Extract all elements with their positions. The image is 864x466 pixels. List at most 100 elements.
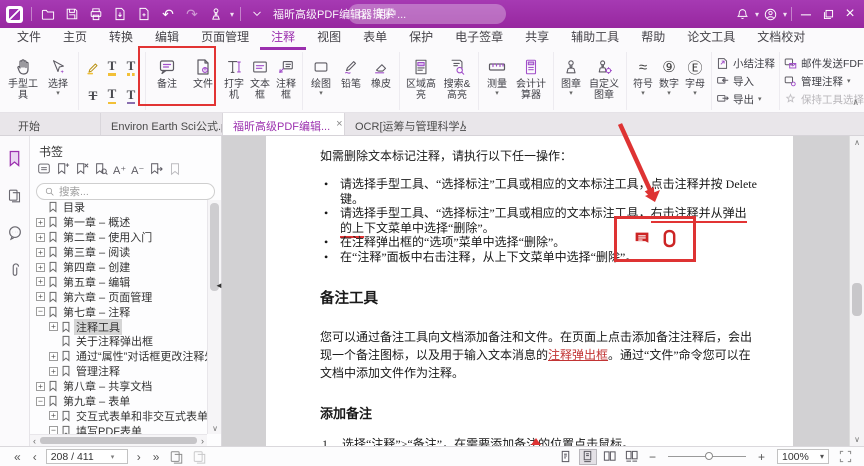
measure-button[interactable]: 测量 ▾ (482, 53, 512, 97)
accounting-calculator-button[interactable]: 会计计算器 (512, 53, 550, 101)
start-tab[interactable]: 开始 (0, 113, 58, 135)
page-caret-icon[interactable]: ▾ (111, 453, 115, 461)
notifications-caret-icon[interactable]: ▾ (755, 10, 759, 19)
area-highlight-button[interactable]: 区域高亮 (403, 53, 439, 101)
summarize-comments-button[interactable]: 小结注释 (716, 55, 775, 71)
bookmark-tree-item[interactable]: +第六章 – 页面管理 (30, 289, 207, 304)
next-bookmark-icon[interactable] (149, 162, 163, 181)
stamp-button[interactable]: 图章 ▾ (557, 53, 585, 97)
document-vertical-scrollbar[interactable]: ∧ ∨ (849, 136, 864, 446)
customize-toolbar-chevron-icon[interactable] (247, 4, 267, 24)
bookmark-tree-item[interactable]: 关于注释弹出框 (30, 334, 207, 349)
scroll-left-icon[interactable]: ‹ (33, 436, 36, 446)
tree-expander-icon[interactable]: + (36, 382, 45, 391)
continuous-view-icon[interactable] (579, 449, 597, 465)
attachments-panel-icon[interactable] (8, 262, 22, 284)
callout-button[interactable]: 注释框 (273, 53, 299, 101)
menu-tab-7[interactable]: 表单 (352, 25, 398, 50)
number-button[interactable]: ⑨ 数字 ▾ (656, 53, 682, 97)
collapse-panel-handle[interactable]: ◄ (215, 281, 223, 290)
email-fdf-button[interactable]: 邮件发送FDF (784, 55, 863, 71)
open-file-button[interactable] (38, 4, 58, 24)
restore-window-button[interactable] (818, 4, 838, 24)
find-bookmark-icon[interactable] (94, 162, 108, 181)
tree-expander-icon[interactable]: + (36, 218, 45, 227)
bookmark-tree-item[interactable]: +第五章 – 编辑 (30, 274, 207, 289)
account-avatar-icon[interactable] (761, 4, 781, 24)
highlighter-pen-icon[interactable] (85, 56, 101, 80)
tree-expander-icon[interactable]: − (36, 397, 45, 406)
zoom-slider[interactable] (668, 456, 746, 457)
symbol-button[interactable]: ≈ 符号 ▾ (630, 53, 656, 97)
pages-panel-icon[interactable] (7, 188, 22, 209)
facing-view-icon[interactable] (601, 449, 619, 465)
bookmark-tree-item[interactable]: +第四章 – 创建 (30, 260, 207, 275)
doc-link[interactable]: 注释弹出框 (548, 348, 608, 362)
bookmark-tree-item[interactable]: 目录 (30, 200, 207, 215)
zoom-level-box[interactable]: 100% ▾ (777, 449, 829, 464)
menu-tab-1[interactable]: 主页 (52, 25, 98, 50)
menu-tab-3[interactable]: 编辑 (144, 25, 190, 50)
bookmark-tree-item[interactable]: +交互式表单和非交互式表单 (30, 408, 207, 423)
zoom-out-button[interactable]: − (643, 450, 662, 464)
menu-tab-11[interactable]: 辅助工具 (560, 25, 630, 50)
bookmark-tree-item[interactable]: +注释工具 (30, 319, 207, 334)
last-page-button[interactable]: » (147, 450, 166, 464)
tree-expander-icon[interactable]: − (49, 426, 58, 434)
tree-expander-icon[interactable]: + (49, 367, 58, 376)
fullscreen-icon[interactable] (839, 450, 852, 463)
global-search-box[interactable] (348, 4, 506, 24)
squiggly-underline-icon[interactable]: T (127, 59, 136, 76)
menu-tab-12[interactable]: 帮助 (630, 25, 676, 50)
bookmark-tree-item[interactable]: +第一章 – 概述 (30, 215, 207, 230)
bookmark-tree-item[interactable]: +第三章 – 阅读 (30, 245, 207, 260)
bookmark-search-input[interactable] (59, 186, 207, 198)
zoom-slider-knob[interactable] (705, 452, 713, 460)
bookmark-tree-item[interactable]: −填写PDF表单 (30, 423, 207, 434)
search-input[interactable] (372, 8, 498, 20)
print-button[interactable] (86, 4, 106, 24)
bookmark-tree-item[interactable]: +管理注释 (30, 364, 207, 379)
scroll-right-icon[interactable]: › (201, 436, 204, 446)
document-tab-1[interactable]: Environ Earth Sci公式.p... (100, 113, 222, 135)
create-pdf-button[interactable] (134, 4, 154, 24)
underline-text-icon[interactable]: T (108, 87, 117, 104)
file-attachment-button[interactable]: 文件 (185, 53, 221, 90)
quick-stamp-button[interactable] (206, 4, 226, 24)
bookmark-tree-item[interactable]: +通过“属性”对话框更改注释外观 (30, 349, 207, 364)
pencil-button[interactable]: 铅笔 (336, 53, 366, 90)
scroll-down-icon[interactable]: ∨ (208, 424, 222, 433)
tree-expander-icon[interactable]: + (49, 411, 58, 420)
notifications-bell-icon[interactable] (733, 4, 753, 24)
textbox-button[interactable]: 文本框 (247, 53, 273, 101)
bookmark-options-icon[interactable] (37, 162, 51, 180)
page-number-input[interactable] (47, 451, 111, 463)
continuous-facing-view-icon[interactable] (623, 449, 641, 465)
page-number-box[interactable]: ▾ (46, 449, 128, 464)
hand-tool-button[interactable]: 手型工具 (5, 53, 41, 101)
next-page-button[interactable]: › (131, 450, 147, 464)
scrollbar-thumb[interactable] (852, 283, 862, 316)
menu-tab-9[interactable]: 电子签章 (444, 25, 514, 50)
strikeout-text-icon[interactable]: T (89, 89, 98, 103)
delete-bookmark-icon[interactable] (75, 162, 89, 181)
minimize-button[interactable]: ─ (796, 4, 816, 24)
typewriter-button[interactable]: 打字机 (221, 53, 247, 101)
menu-tab-13[interactable]: 论文工具 (676, 25, 746, 50)
save-button[interactable] (62, 4, 82, 24)
shrink-text-icon[interactable]: A⁻ (131, 165, 144, 177)
insert-text-caret-icon[interactable]: T (127, 88, 136, 104)
tree-expander-icon[interactable]: − (36, 307, 45, 316)
first-page-button[interactable]: « (8, 450, 27, 464)
tree-expander-icon[interactable]: + (36, 292, 45, 301)
export-pdf-button[interactable] (110, 4, 130, 24)
highlight-text-icon[interactable]: T (108, 59, 117, 76)
bookmarks-panel-icon[interactable] (7, 150, 22, 172)
close-window-button[interactable]: × (840, 4, 860, 24)
tree-expander-icon[interactable]: + (36, 233, 45, 242)
scrollbar-thumb[interactable] (40, 437, 197, 444)
account-caret-icon[interactable]: ▾ (783, 10, 787, 19)
tree-expander-icon[interactable]: + (36, 277, 45, 286)
bookmark-tree-item[interactable]: −第七章 – 注释 (30, 304, 207, 319)
tree-expander-icon[interactable]: + (36, 263, 45, 272)
